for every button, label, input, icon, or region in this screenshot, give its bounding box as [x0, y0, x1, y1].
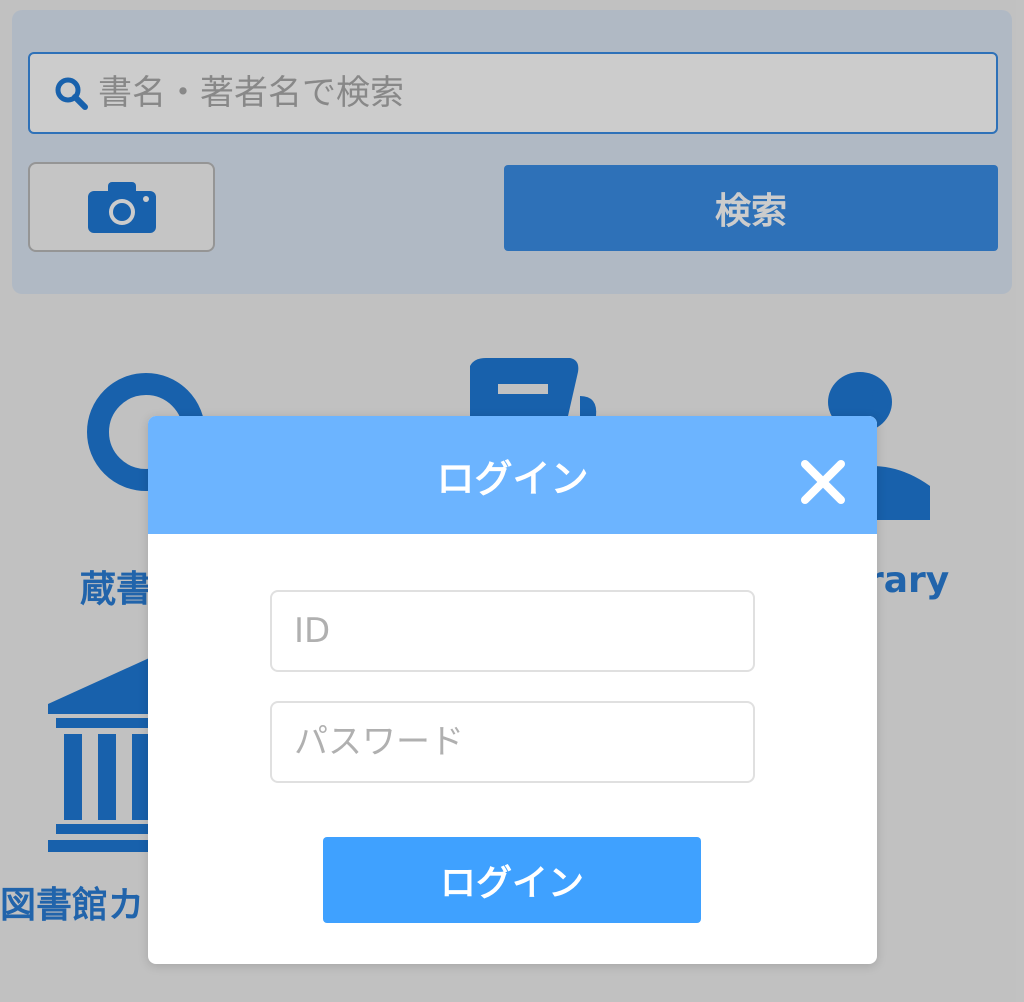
- id-input[interactable]: [270, 590, 755, 672]
- modal-header: ログイン: [148, 416, 877, 534]
- login-modal: ログイン ログイン: [148, 416, 877, 964]
- login-button[interactable]: ログイン: [323, 837, 701, 923]
- modal-title: ログイン: [436, 456, 589, 501]
- close-icon[interactable]: [799, 458, 847, 506]
- password-input[interactable]: [270, 701, 755, 783]
